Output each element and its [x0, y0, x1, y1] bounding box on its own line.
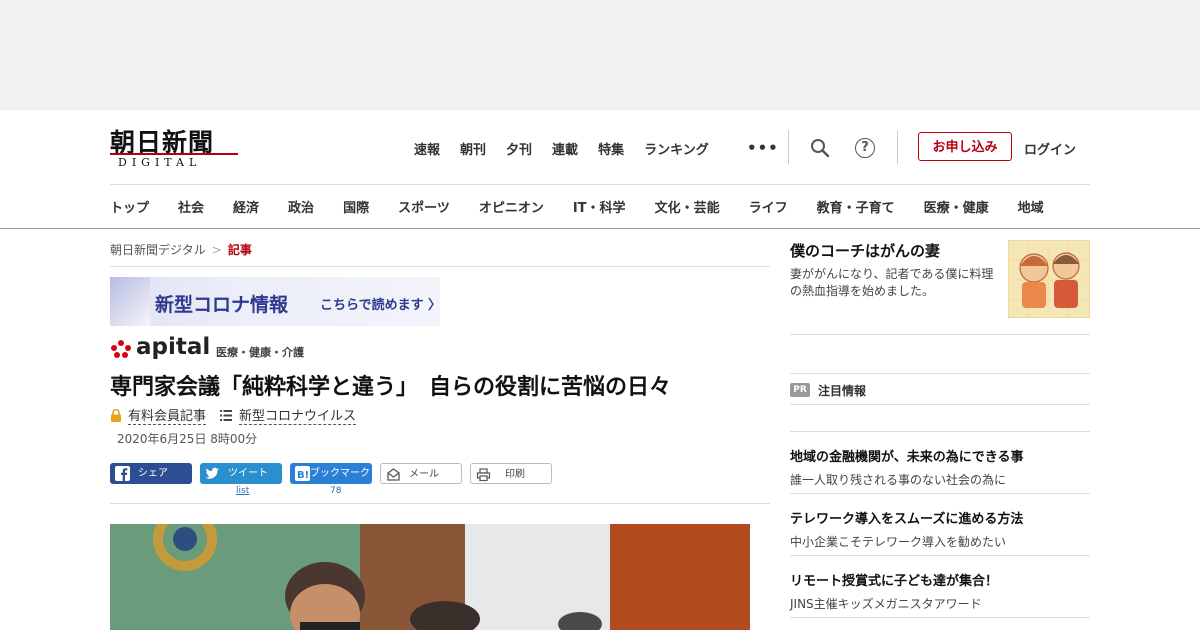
hatena-bookmark-button[interactable]: B! ブックマーク: [290, 463, 372, 484]
article-headline: 専門家会議「純粋科学と違う」 自らの役割に苦悩の日々: [110, 375, 672, 400]
top-nav: 速報 朝刊 夕刊 連載 特集 ランキング: [414, 139, 729, 158]
header-divider: [897, 130, 898, 164]
sidebar-divider: [790, 555, 1090, 556]
sidebar-divider: [790, 404, 1090, 405]
twitter-icon: [205, 467, 219, 479]
sidebar-divider: [790, 617, 1090, 618]
feature-illustration: [1008, 240, 1090, 318]
feature-title: 僕のコーチはがんの妻: [790, 242, 941, 260]
sidebar-pr-item[interactable]: 地域の金融機関が、未来の為にできる事 誰一人取り残される事のない社会の為に: [790, 446, 1090, 488]
top-nav-item[interactable]: 連載: [552, 139, 578, 158]
pr-item-subtitle: 中小企業こそテレワーク導入を勧めたい: [790, 535, 1007, 549]
topic-link[interactable]: 新型コロナウイルス: [239, 409, 357, 425]
apital-logo-icon: [111, 340, 131, 358]
article-header-divider: [110, 503, 770, 504]
feature-description: 妻ががんになり、記者である僕に料理の熱血指導を始めました。: [790, 267, 994, 298]
category-item[interactable]: オピニオン: [479, 197, 544, 216]
print-label: 印刷: [505, 469, 525, 480]
mail-share-label: メール: [409, 469, 439, 480]
twitter-share-label: ツイート: [228, 468, 268, 479]
breadcrumb-home[interactable]: 朝日新聞デジタル: [110, 243, 206, 257]
article-photo: [110, 524, 750, 630]
pr-section-title: 注目情報: [818, 384, 867, 398]
hatena-count[interactable]: 78: [330, 486, 341, 496]
pr-item-subtitle: JINS主催キッズメガニスタアワード: [790, 597, 982, 611]
category-item[interactable]: トップ: [110, 197, 149, 216]
apital-category: 医療・健康・介護: [216, 346, 304, 359]
apital-wordmark: apital: [136, 334, 211, 360]
help-icon[interactable]: ?: [855, 138, 875, 158]
banner-decoration: [110, 277, 150, 326]
category-item[interactable]: ライフ: [749, 197, 788, 216]
top-nav-item[interactable]: 特集: [598, 139, 624, 158]
sidebar-pr-item[interactable]: リモート授賞式に子ども達が集合！ JINS主催キッズメガニスタアワード: [790, 570, 1090, 612]
category-item[interactable]: スポーツ: [398, 197, 450, 216]
facebook-share-label: シェア: [138, 468, 168, 479]
pr-item-subtitle: 誰一人取り残される事のない社会の為に: [790, 473, 1007, 487]
login-link[interactable]: ログイン: [1024, 139, 1076, 158]
category-item[interactable]: 文化・芸能: [655, 197, 720, 216]
search-icon[interactable]: [810, 138, 830, 158]
hatena-bookmark-label: ブックマーク: [310, 468, 370, 479]
mail-share-button[interactable]: メール: [380, 463, 462, 484]
breadcrumb-separator: >: [211, 243, 222, 257]
member-article-label[interactable]: 有料会員記事: [128, 409, 207, 425]
hatena-bookmark-icon: B!: [295, 466, 310, 481]
header-divider: [788, 130, 789, 164]
breadcrumb: 朝日新聞デジタル > 記事: [110, 241, 252, 258]
sidebar-divider: [790, 334, 1090, 335]
breadcrumb-divider: [110, 266, 770, 267]
category-item[interactable]: 社会: [178, 197, 204, 216]
sidebar-divider: [790, 373, 1090, 374]
category-item[interactable]: 政治: [288, 197, 314, 216]
banner-link: こちらで読めます 〉: [320, 294, 441, 313]
logo-underline: [110, 153, 238, 155]
facebook-share-button[interactable]: シェア: [110, 463, 192, 484]
top-nav-item[interactable]: ランキング: [644, 139, 709, 158]
chevron-right-icon: 〉: [428, 298, 442, 313]
site-logo[interactable]: 朝日新聞 DIGITAL: [110, 123, 240, 169]
top-nav-item[interactable]: 夕刊: [506, 139, 532, 158]
logo-sub-text: DIGITAL: [118, 156, 202, 169]
category-item[interactable]: 医療・健康: [924, 197, 989, 216]
twitter-count[interactable]: list: [236, 486, 249, 496]
top-nav-item[interactable]: 朝刊: [460, 139, 486, 158]
category-item[interactable]: 国際: [343, 197, 369, 216]
pr-badge: PR: [790, 383, 810, 397]
corona-info-banner[interactable]: 新型コロナ情報 こちらで読めます 〉: [110, 277, 441, 326]
lock-icon: [111, 409, 121, 422]
sidebar-divider: [790, 493, 1090, 494]
twitter-share-button[interactable]: ツイート: [200, 463, 282, 484]
article-meta: 有料会員記事 新型コロナウイルス: [110, 405, 357, 425]
print-button[interactable]: 印刷: [470, 463, 552, 484]
breadcrumb-current: 記事: [227, 243, 252, 257]
category-nav: トップ 社会 経済 政治 国際 スポーツ オピニオン IT・科学 文化・芸能 ラ…: [110, 197, 1044, 216]
mail-icon: [387, 468, 400, 481]
list-icon: [220, 410, 233, 421]
pr-item-title: 地域の金融機関が、未来の為にできる事: [790, 450, 1024, 465]
signup-button[interactable]: お申し込み: [918, 132, 1012, 161]
print-icon: [476, 468, 491, 482]
category-item[interactable]: 教育・子育て: [817, 197, 895, 216]
ad-band: [0, 0, 1200, 110]
category-item[interactable]: IT・科学: [573, 197, 626, 216]
sidebar-pr-item[interactable]: テレワーク導入をスムーズに進める方法 中小企業こそテレワーク導入を勧めたい: [790, 508, 1090, 550]
top-nav-item[interactable]: 速報: [414, 139, 440, 158]
sidebar-divider: [790, 431, 1090, 432]
banner-link-text: こちらで読めます: [320, 298, 424, 313]
category-item[interactable]: 経済: [233, 197, 259, 216]
pr-item-title: テレワーク導入をスムーズに進める方法: [790, 512, 1024, 527]
more-dots-icon[interactable]: •••: [747, 139, 779, 157]
header-divider-line: [110, 184, 1090, 185]
banner-title: 新型コロナ情報: [155, 294, 289, 316]
pr-item-title: リモート授賞式に子ども達が集合！: [790, 574, 999, 589]
facebook-icon: [115, 466, 130, 481]
svg-text:B!: B!: [297, 470, 309, 481]
sidebar-feature[interactable]: 僕のコーチはがんの妻 妻ががんになり、記者である僕に料理の熱血指導を始めました。: [790, 238, 1090, 334]
article-date: 2020年6月25日 8時00分: [117, 432, 258, 446]
category-item[interactable]: 地域: [1018, 197, 1044, 216]
